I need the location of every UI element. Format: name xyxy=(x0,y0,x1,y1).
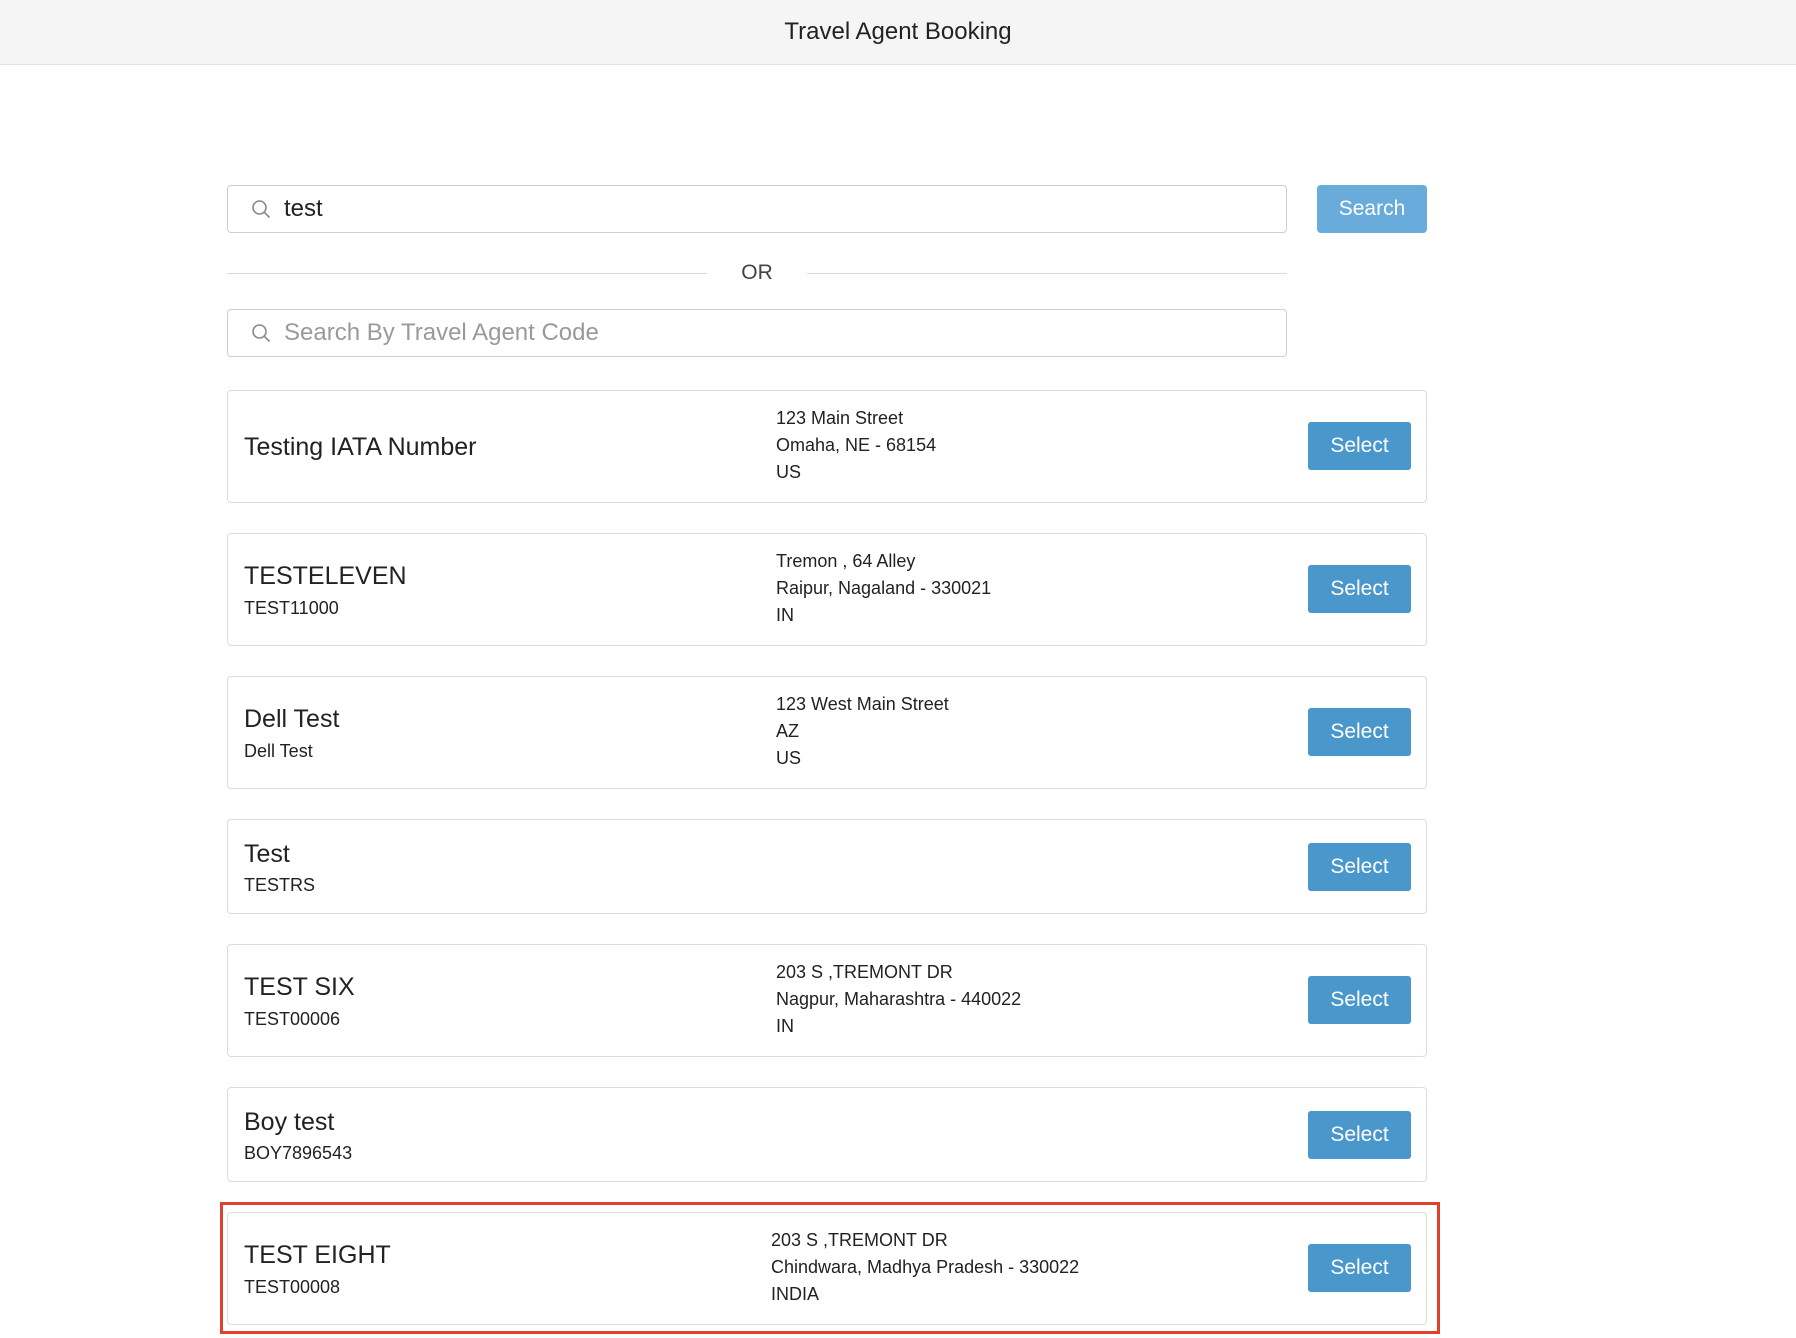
agent-card: Boy test BOY7896543 Select xyxy=(227,1087,1427,1182)
agent-address: 203 S ,TREMONT DR Nagpur, Maharashtra - … xyxy=(776,959,1021,1040)
address-line-1: 203 S ,TREMONT DR xyxy=(776,962,953,982)
agent-code: TESTRS xyxy=(244,875,316,895)
agent-card: Dell Test Dell Test 123 West Main Street… xyxy=(227,676,1427,789)
address-line-2: Nagpur, Maharashtra - 440022 xyxy=(776,989,1022,1009)
address-line-1: 203 S ,TREMONT DR xyxy=(771,1230,948,1250)
agent-name: TEST SIX xyxy=(244,973,355,1001)
agent-address: 123 Main Street Omaha, NE - 68154 US xyxy=(776,405,936,486)
or-divider: OR xyxy=(227,258,1287,288)
agent-name: TEST EIGHT xyxy=(244,1241,391,1269)
select-button[interactable]: Select xyxy=(1308,976,1411,1024)
name-search-input[interactable] xyxy=(284,189,1264,229)
search-icon xyxy=(250,322,272,344)
agent-code: TEST00008 xyxy=(244,1277,341,1297)
address-line-3: INDIA xyxy=(771,1284,820,1304)
agent-name: Dell Test xyxy=(244,705,340,733)
select-button[interactable]: Select xyxy=(1308,422,1411,470)
select-button[interactable]: Select xyxy=(1308,843,1411,891)
address-line-2: Omaha, NE - 68154 xyxy=(776,435,937,455)
page-title: Travel Agent Booking xyxy=(784,18,1012,45)
agent-card: Testing IATA Number 123 Main Street Omah… xyxy=(227,390,1427,503)
address-line-1: 123 West Main Street xyxy=(776,694,949,714)
divider-line-left xyxy=(227,272,708,274)
address-line-3: IN xyxy=(776,605,794,625)
select-button[interactable]: Select xyxy=(1308,565,1411,613)
agent-name: Testing IATA Number xyxy=(244,433,477,461)
agent-name: TESTELEVEN xyxy=(244,562,407,590)
agent-code: Dell Test xyxy=(244,741,313,761)
address-line-1: 123 Main Street xyxy=(776,408,904,428)
address-line-1: Tremon , 64 Alley xyxy=(776,551,916,571)
agent-card: TEST SIX TEST00006 203 S ,TREMONT DR Nag… xyxy=(227,944,1427,1057)
address-line-2: Raipur, Nagaland - 330021 xyxy=(776,578,992,598)
agent-address: 203 S ,TREMONT DR Chindwara, Madhya Prad… xyxy=(771,1227,1079,1308)
agent-code: BOY7896543 xyxy=(244,1143,353,1163)
address-line-2: Chindwara, Madhya Pradesh - 330022 xyxy=(771,1257,1080,1277)
agent-code: TEST00006 xyxy=(244,1009,341,1029)
select-button[interactable]: Select xyxy=(1308,1244,1411,1292)
select-button[interactable]: Select xyxy=(1308,708,1411,756)
search-button[interactable]: Search xyxy=(1317,185,1427,233)
code-search-input[interactable] xyxy=(284,313,1264,353)
code-search-box[interactable] xyxy=(227,309,1287,357)
agent-address: Tremon , 64 Alley Raipur, Nagaland - 330… xyxy=(776,548,991,629)
agent-code: TEST11000 xyxy=(244,598,339,618)
divider-line-right xyxy=(806,272,1287,274)
name-search-box[interactable] xyxy=(227,185,1287,233)
select-button[interactable]: Select xyxy=(1308,1111,1411,1159)
address-line-3: US xyxy=(776,748,802,768)
agent-name: Boy test xyxy=(244,1108,335,1136)
search-icon xyxy=(250,198,272,220)
agent-card: TEST EIGHT TEST00008 203 S ,TREMONT DR C… xyxy=(227,1212,1427,1325)
address-line-3: IN xyxy=(776,1016,794,1036)
agent-name: Test xyxy=(244,840,290,868)
or-label: OR xyxy=(741,261,773,284)
address-line-3: US xyxy=(776,462,802,482)
address-line-2: AZ xyxy=(776,721,800,741)
agent-address: 123 West Main Street AZ US xyxy=(776,691,949,772)
agent-card: Test TESTRS Select xyxy=(227,819,1427,914)
agent-card: TESTELEVEN TEST11000 Tremon , 64 Alley R… xyxy=(227,533,1427,646)
app-header: Travel Agent Booking xyxy=(0,0,1796,65)
search-row: Search xyxy=(227,185,1427,233)
